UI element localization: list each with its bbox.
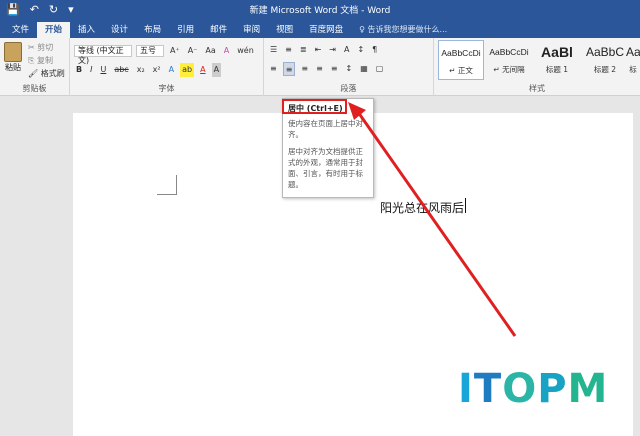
itopm-logo: ITOPM [458, 366, 609, 412]
arrow-shaft [356, 111, 517, 337]
